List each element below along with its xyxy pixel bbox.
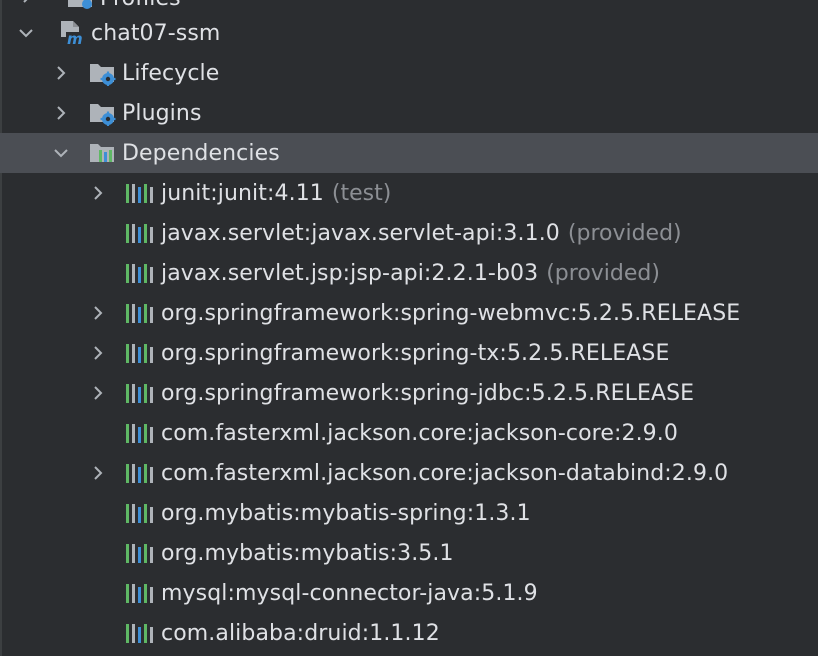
library-folder-icon: [88, 140, 116, 166]
dependency-label: org.springframework:spring-tx:5.2.5.RELE…: [161, 340, 670, 366]
dependency-row[interactable]: org.springframework:spring-jdbc:5.2.5.RE…: [0, 373, 818, 413]
dependency-row[interactable]: mysql:mysql-connector-java:5.1.9: [0, 573, 818, 613]
dependency-label: com.fasterxml.jackson.core:jackson-datab…: [161, 460, 729, 486]
tree-row-dependencies[interactable]: Dependencies: [0, 133, 818, 173]
tree-label-plugins: Plugins: [122, 100, 202, 126]
chevron-right-icon[interactable]: [89, 384, 107, 402]
library-icon: [125, 341, 153, 365]
chevron-right-icon[interactable]: [52, 64, 70, 82]
dependency-row[interactable]: com.fasterxml.jackson.core:jackson-datab…: [0, 453, 818, 493]
chevron-right-icon[interactable]: [18, 0, 36, 11]
library-icon: [125, 221, 153, 245]
library-icon: [125, 461, 153, 485]
tree-label-project: chat07-ssm: [91, 20, 221, 46]
tree-label-profiles: Profiles: [100, 0, 181, 11]
dependency-label: org.springframework:spring-webmvc:5.2.5.…: [161, 300, 741, 326]
dependency-label: org.mybatis:mybatis:3.5.1: [161, 540, 454, 566]
library-icon: [125, 621, 153, 645]
maven-module-icon: m: [57, 20, 85, 46]
library-icon: [125, 541, 153, 565]
dependency-row[interactable]: org.mybatis:mybatis:3.5.1: [0, 533, 818, 573]
dependency-row[interactable]: javax.servlet.jsp:jsp-api:2.2.1-b03 (prov…: [0, 253, 818, 293]
tree-row-plugins[interactable]: Plugins: [0, 93, 818, 133]
library-icon: [125, 381, 153, 405]
dependency-row[interactable]: com.fasterxml.jackson.core:jackson-core:…: [0, 413, 818, 453]
dependency-row[interactable]: org.mybatis:mybatis-spring:1.3.1: [0, 493, 818, 533]
dependency-row[interactable]: javax.servlet:javax.servlet-api:3.1.0 (pr…: [0, 213, 818, 253]
maven-tree: Profiles m chat07-ssm: [0, 0, 818, 656]
library-icon: [125, 301, 153, 325]
library-icon: [125, 181, 153, 205]
dependency-label: com.alibaba:druid:1.1.12: [161, 620, 440, 646]
library-icon: [125, 501, 153, 525]
folder-gear-icon: [66, 0, 94, 11]
dependency-label: mysql:mysql-connector-java:5.1.9: [161, 580, 538, 606]
library-icon: [125, 581, 153, 605]
dependency-label: javax.servlet.jsp:jsp-api:2.2.1-b03: [161, 260, 539, 286]
dependency-label: junit:junit:4.11: [161, 180, 324, 206]
dependency-row[interactable]: com.alibaba:druid:1.1.12: [0, 613, 818, 653]
folder-gear-icon: [88, 100, 116, 126]
library-icon: [125, 421, 153, 445]
dependency-row[interactable]: org.springframework:spring-webmvc:5.2.5.…: [0, 293, 818, 333]
dependency-label: javax.servlet:javax.servlet-api:3.1.0: [161, 220, 560, 246]
dependency-scope: (test): [331, 180, 392, 206]
dependency-row[interactable]: org.springframework:spring-tx:5.2.5.RELE…: [0, 333, 818, 373]
chevron-right-icon[interactable]: [89, 304, 107, 322]
tree-row-lifecycle[interactable]: Lifecycle: [0, 53, 818, 93]
chevron-down-icon[interactable]: [17, 24, 35, 42]
dependency-scope: (provided): [567, 220, 682, 246]
tree-label-lifecycle: Lifecycle: [122, 60, 220, 86]
library-icon: [125, 261, 153, 285]
chevron-right-icon[interactable]: [52, 104, 70, 122]
chevron-right-icon[interactable]: [89, 344, 107, 362]
dependency-scope: (provided): [546, 260, 660, 286]
dependency-label: com.fasterxml.jackson.core:jackson-core:…: [161, 420, 678, 446]
dependency-row[interactable]: junit:junit:4.11 (test): [0, 173, 818, 213]
tree-label-dependencies: Dependencies: [122, 140, 280, 166]
dependency-label: org.mybatis:mybatis-spring:1.3.1: [161, 500, 531, 526]
svg-text:m: m: [67, 30, 83, 46]
dependency-label: org.springframework:spring-jdbc:5.2.5.RE…: [161, 380, 695, 406]
chevron-right-icon[interactable]: [89, 184, 107, 202]
folder-gear-icon: [88, 60, 116, 86]
tree-row-project[interactable]: m chat07-ssm: [0, 13, 818, 53]
chevron-right-icon[interactable]: [89, 464, 107, 482]
chevron-down-icon[interactable]: [52, 144, 70, 162]
